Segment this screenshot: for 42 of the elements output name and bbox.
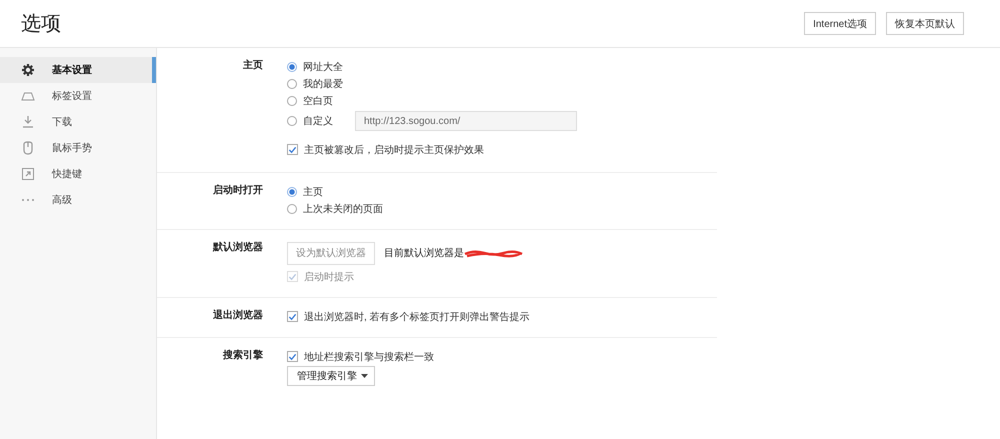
sidebar-item[interactable]: 高级 xyxy=(0,187,156,213)
sidebar-item[interactable]: 基本设置 xyxy=(0,57,156,83)
sidebar-item[interactable]: 快捷键 xyxy=(0,161,156,187)
option-label: 主页被篡改后，启动时提示主页保护效果 xyxy=(304,144,484,156)
sidebar-item[interactable]: 标签设置 xyxy=(0,83,156,109)
option-label: 自定义 xyxy=(303,114,333,128)
option-label: 上次未关闭的页面 xyxy=(303,202,383,216)
setting-label: 退出浏览器 xyxy=(212,308,263,323)
option-label: 退出浏览器时, 若有多个标签页打开则弹出警告提示 xyxy=(304,310,530,324)
radio-button[interactable] xyxy=(287,204,297,214)
setting-label: 主页 xyxy=(242,58,263,73)
radio-button[interactable] xyxy=(287,78,297,88)
sidebar-item[interactable]: 鼠标手势 xyxy=(0,135,156,161)
radio-button[interactable] xyxy=(287,62,297,72)
option-label: 网址大全 xyxy=(303,60,343,74)
setting-label: 搜索引擎 xyxy=(222,348,263,363)
caret-icon xyxy=(361,374,368,378)
gear-icon xyxy=(21,63,35,77)
dropdown[interactable]: 管理搜索引擎 xyxy=(287,366,375,386)
shortcut-icon xyxy=(21,167,35,181)
set-default-button[interactable]: 设为默认浏览器 xyxy=(287,242,375,264)
option-label: 主页 xyxy=(303,186,323,198)
option-label: 启动时提示 xyxy=(304,270,354,284)
url-field[interactable]: http://123.sogou.com/ xyxy=(355,111,577,131)
download-icon xyxy=(21,115,35,129)
radio-button[interactable] xyxy=(287,96,297,106)
checkbox[interactable] xyxy=(287,144,298,155)
sidebar-item[interactable]: 下载 xyxy=(0,109,156,135)
header-button[interactable]: Internet选项 xyxy=(804,12,876,35)
mouse-icon xyxy=(21,141,35,155)
checkbox[interactable] xyxy=(287,351,298,362)
window-title: 选项 xyxy=(21,12,61,37)
option-label: 我的最爱 xyxy=(303,78,343,90)
option-label: 地址栏搜索引擎与搜索栏一致 xyxy=(304,350,434,364)
status-text: 目前默认浏览器是 xyxy=(384,246,464,260)
radio-button[interactable] xyxy=(287,116,297,126)
option-label: 空白页 xyxy=(303,94,333,108)
setting-label: 启动时打开 xyxy=(212,183,263,198)
header-button[interactable]: 恢复本页默认 xyxy=(886,12,964,35)
checkbox[interactable] xyxy=(287,311,298,322)
radio-button[interactable] xyxy=(287,186,297,196)
setting-label: 默认浏览器 xyxy=(212,240,263,255)
